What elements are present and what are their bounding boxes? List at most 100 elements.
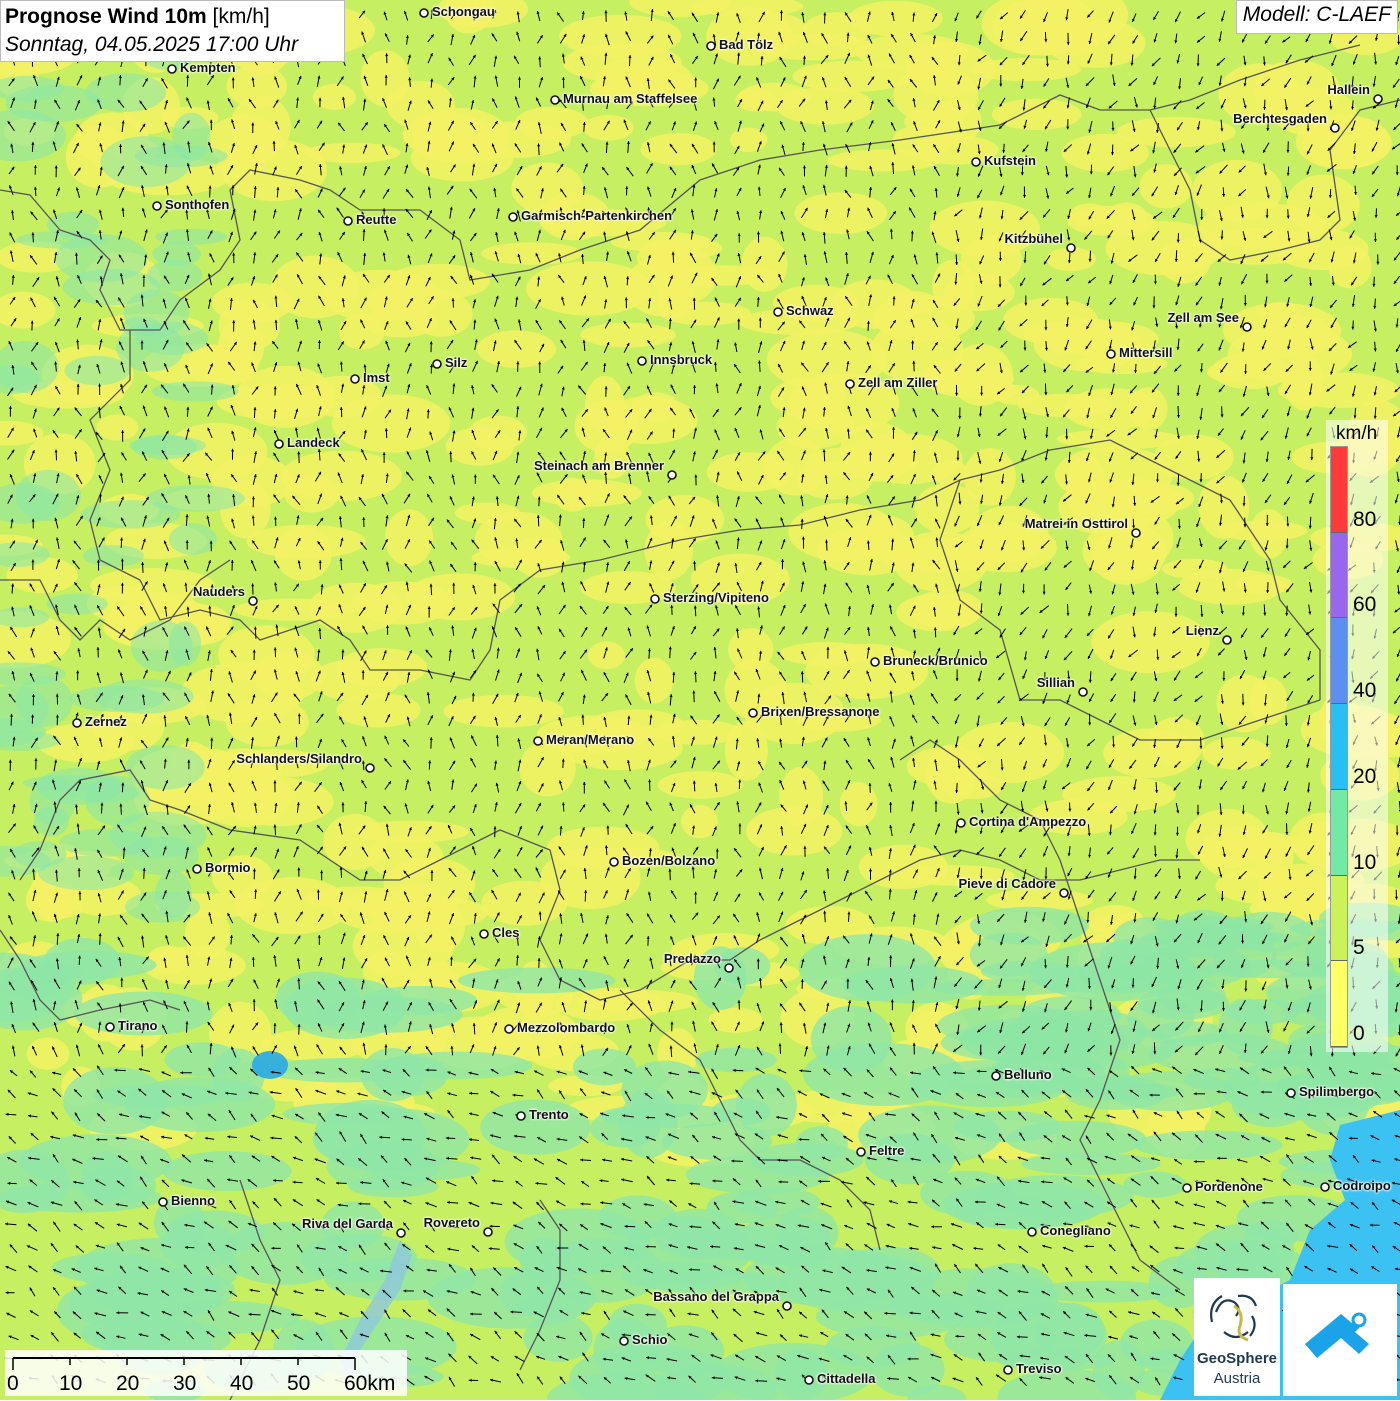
calm-patch xyxy=(1198,475,1249,539)
city-label: Lienz xyxy=(1186,623,1219,638)
city-marker xyxy=(1374,95,1382,103)
moderate-patch xyxy=(160,1222,236,1269)
city-label: Pieve di Cadore xyxy=(958,876,1056,891)
city-label: Sillian xyxy=(1037,675,1075,690)
calm-patch xyxy=(385,264,490,300)
legend-tick-label: 60 xyxy=(1353,593,1376,617)
moderate-patch xyxy=(83,545,144,567)
calm-patch xyxy=(230,95,291,157)
city-label: Sonthofen xyxy=(165,197,229,212)
calm-patch xyxy=(1091,611,1210,673)
moderate-patch xyxy=(57,1281,159,1341)
calm-patch xyxy=(583,115,634,141)
moderate-patch xyxy=(85,73,166,112)
city-label: Zell am Ziller xyxy=(858,375,937,390)
city-label: Nauders xyxy=(193,584,245,599)
city-marker xyxy=(620,1337,628,1345)
calm-patch xyxy=(848,1,942,37)
calm-patch xyxy=(337,693,421,727)
legend-unit: km/h xyxy=(1336,423,1377,445)
moderate-patch xyxy=(165,1042,241,1076)
city-marker xyxy=(610,858,618,866)
city-label: Predazzo xyxy=(664,951,721,966)
legend-swatch xyxy=(1331,961,1347,1047)
city-marker xyxy=(1223,636,1231,644)
city-marker xyxy=(1321,1183,1329,1191)
city-marker xyxy=(397,1229,405,1237)
moderate-patch xyxy=(55,234,148,282)
city-marker xyxy=(344,217,352,225)
city-marker xyxy=(420,9,428,17)
calm-patch xyxy=(197,768,291,827)
legend-tick-label: 5 xyxy=(1353,936,1365,960)
calm-patch xyxy=(313,84,356,110)
city-marker xyxy=(480,930,488,938)
moderate-patch xyxy=(123,836,198,874)
map-title: Prognose Wind 10m [km/h] xyxy=(5,3,340,31)
moderate-patch xyxy=(283,1103,406,1125)
moderate-patch xyxy=(135,145,228,167)
city-marker xyxy=(1132,529,1140,537)
city-label: Mittersill xyxy=(1119,345,1172,360)
legend-swatch xyxy=(1331,447,1347,533)
city-label: Pordenone xyxy=(1195,1179,1263,1194)
calm-patch xyxy=(1185,809,1268,868)
moderate-patch xyxy=(811,1006,892,1073)
city-label: Schlanders/Silandro xyxy=(236,751,362,766)
moderate-patch xyxy=(780,1252,935,1313)
city-marker xyxy=(846,380,854,388)
moderate-patch xyxy=(1030,1281,1176,1303)
city-label: Bassano del Grappa xyxy=(653,1289,779,1304)
city-marker xyxy=(725,964,733,972)
calm-patch xyxy=(1070,203,1110,226)
legend-tick-label: 20 xyxy=(1353,765,1376,789)
calm-patch xyxy=(1135,515,1173,562)
city-label: Tirano xyxy=(118,1018,158,1033)
moderate-patch xyxy=(169,523,217,554)
calm-patch xyxy=(471,547,570,568)
title-main: Prognose Wind 10m xyxy=(5,5,207,28)
moderate-patch xyxy=(36,768,122,805)
wind-app-logo[interactable] xyxy=(1283,1284,1397,1396)
calm-patch xyxy=(849,515,913,555)
city-marker xyxy=(992,1072,1000,1080)
wind-map[interactable]: SchongauBad TölzKemptenMurnau am Staffel… xyxy=(0,0,1400,1400)
scale-label: 40 xyxy=(230,1372,253,1396)
geosphere-text: GeoSphere xyxy=(1194,1350,1280,1367)
city-label: Kempten xyxy=(180,60,236,75)
city-marker xyxy=(551,96,559,104)
city-label: Imst xyxy=(363,370,390,385)
moderate-patch xyxy=(1169,910,1239,958)
city-label: Schio xyxy=(632,1332,667,1347)
calm-patch xyxy=(1199,203,1325,248)
austria-text: Austria xyxy=(1194,1370,1280,1387)
city-label: Feltre xyxy=(869,1143,904,1158)
calm-patch xyxy=(1217,675,1273,733)
city-marker xyxy=(484,1228,492,1236)
city-marker xyxy=(534,737,542,745)
city-label: Berchtesgaden xyxy=(1233,111,1327,126)
city-marker xyxy=(1183,1184,1191,1192)
calm-patch xyxy=(635,658,673,704)
calm-patch xyxy=(856,34,970,70)
calm-patch xyxy=(455,121,571,158)
moderate-patch xyxy=(826,1327,920,1368)
moderate-patch xyxy=(590,1109,660,1147)
city-label: Conegliano xyxy=(1040,1223,1111,1238)
wind-app-icon xyxy=(1283,1284,1397,1396)
calm-patch xyxy=(765,438,827,496)
calm-patch xyxy=(632,392,679,421)
legend-swatch xyxy=(1331,533,1347,619)
calm-patch xyxy=(1062,776,1176,812)
calm-patch xyxy=(559,15,681,58)
moderate-patch xyxy=(64,356,129,385)
moderate-patch xyxy=(458,967,616,993)
city-marker xyxy=(805,1376,813,1384)
calm-patch xyxy=(1103,728,1198,778)
moderate-patch xyxy=(131,621,193,672)
city-label: Codroipo xyxy=(1333,1178,1391,1193)
geosphere-logo[interactable]: GeoSphere Austria xyxy=(1194,1278,1280,1396)
city-label: Silz xyxy=(445,355,467,370)
city-marker xyxy=(871,658,879,666)
city-label: Meran/Merano xyxy=(546,732,634,747)
